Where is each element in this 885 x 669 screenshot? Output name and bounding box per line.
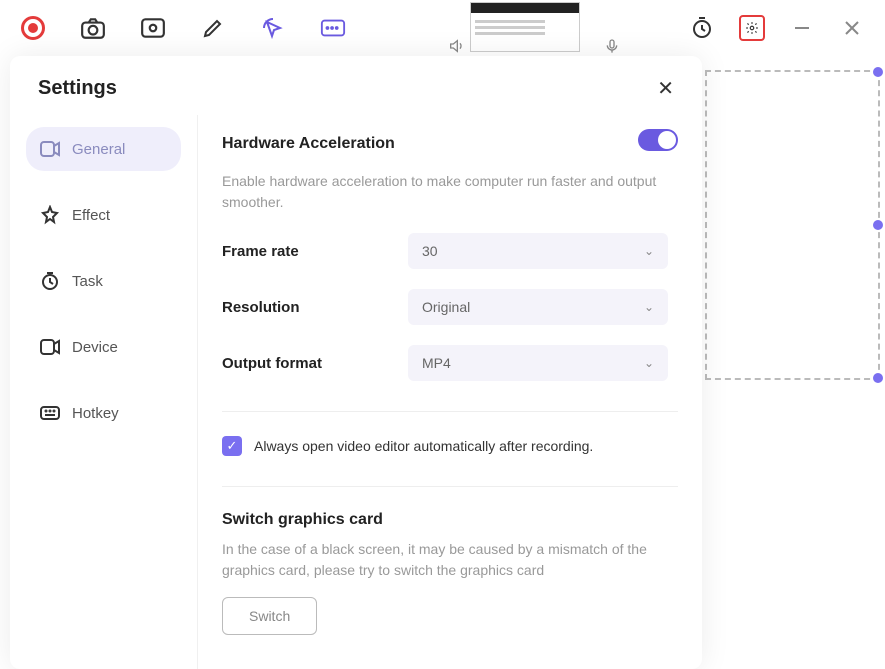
general-icon	[40, 139, 60, 159]
output-format-select[interactable]: MP4 ⌄	[408, 345, 668, 381]
frame-rate-select[interactable]: 30 ⌄	[408, 233, 668, 269]
main-toolbar	[0, 0, 885, 56]
switch-graphics-desc: In the case of a black screen, it may be…	[222, 539, 678, 581]
chevron-down-icon: ⌄	[644, 244, 654, 258]
settings-icon[interactable]	[739, 15, 765, 41]
cursor-click-icon[interactable]	[260, 15, 286, 41]
device-icon	[40, 337, 60, 357]
task-icon	[40, 271, 60, 291]
minimize-icon[interactable]	[789, 15, 815, 41]
sidebar-item-label: Hotkey	[72, 405, 119, 422]
hotkey-icon	[40, 403, 60, 423]
audio-indicators	[448, 38, 620, 54]
chevron-down-icon: ⌄	[644, 300, 654, 314]
chevron-down-icon: ⌄	[644, 356, 654, 370]
camera-icon[interactable]	[80, 15, 106, 41]
auto-editor-checkbox[interactable]: ✓	[222, 436, 242, 456]
effect-icon	[40, 205, 60, 225]
sidebar-item-label: Task	[72, 273, 103, 290]
resize-handle-top-right[interactable]	[873, 67, 883, 77]
switch-graphics-button[interactable]: Switch	[222, 597, 317, 635]
timer-icon[interactable]	[689, 15, 715, 41]
frame-rate-value: 30	[422, 243, 438, 259]
resize-handle-bottom-right[interactable]	[873, 373, 883, 383]
sidebar-item-task[interactable]: Task	[26, 259, 181, 303]
resolution-value: Original	[422, 299, 470, 315]
output-format-label: Output format	[222, 355, 408, 372]
sidebar-item-device[interactable]: Device	[26, 325, 181, 369]
pencil-icon[interactable]	[200, 15, 226, 41]
webcam-icon[interactable]	[140, 15, 166, 41]
recording-selection-area[interactable]	[705, 70, 880, 380]
divider	[222, 411, 678, 412]
resolution-label: Resolution	[222, 299, 408, 316]
resize-handle-middle-right[interactable]	[873, 220, 883, 230]
resolution-select[interactable]: Original ⌄	[408, 289, 668, 325]
volume-icon[interactable]	[448, 38, 464, 54]
settings-panel: Settings ✕ General Effect Task Device	[10, 56, 702, 669]
sidebar-item-hotkey[interactable]: Hotkey	[26, 391, 181, 435]
output-format-value: MP4	[422, 355, 451, 371]
record-button[interactable]	[20, 15, 46, 41]
microphone-icon[interactable]	[604, 38, 620, 54]
close-settings-icon[interactable]: ✕	[657, 76, 674, 101]
sidebar-item-effect[interactable]: Effect	[26, 193, 181, 237]
hardware-accel-toggle[interactable]	[638, 129, 678, 151]
sidebar-item-label: Device	[72, 339, 118, 356]
sidebar-item-general[interactable]: General	[26, 127, 181, 171]
settings-title: Settings	[38, 77, 117, 100]
hardware-accel-desc: Enable hardware acceleration to make com…	[222, 171, 678, 213]
switch-graphics-title: Switch graphics card	[222, 511, 678, 529]
sidebar-item-label: General	[72, 141, 125, 158]
textbox-icon[interactable]	[320, 15, 346, 41]
auto-editor-label: Always open video editor automatically a…	[254, 438, 593, 454]
divider	[222, 486, 678, 487]
close-icon[interactable]	[839, 15, 865, 41]
settings-sidebar: General Effect Task Device Hotkey	[10, 115, 198, 669]
settings-content: Hardware Acceleration Enable hardware ac…	[198, 115, 702, 669]
hardware-accel-title: Hardware Acceleration	[222, 135, 395, 153]
frame-rate-label: Frame rate	[222, 243, 408, 260]
sidebar-item-label: Effect	[72, 207, 110, 224]
